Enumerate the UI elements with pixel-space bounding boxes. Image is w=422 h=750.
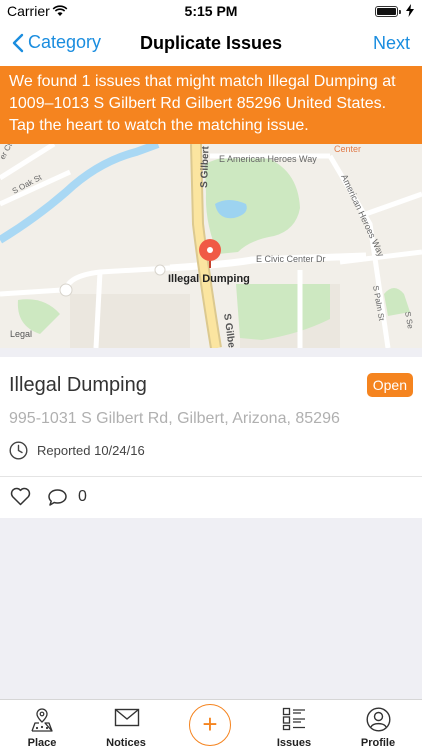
- divider: [0, 476, 422, 477]
- section-gap: [0, 348, 422, 357]
- issue-title: Illegal Dumping: [9, 374, 147, 396]
- tab-issues[interactable]: Issues: [252, 700, 336, 750]
- place-icon: [30, 707, 54, 738]
- plus-icon: +: [202, 709, 218, 739]
- tab-bar: Place Notices + Issues Profile: [0, 699, 422, 750]
- map-label-e-civic-center-dr: E Civic Center Dr: [256, 254, 326, 264]
- map-view[interactable]: E American Heroes Way Center American He…: [0, 144, 422, 348]
- tab-place[interactable]: Place: [0, 700, 84, 750]
- issue-address: 995-1031 S Gilbert Rd, Gilbert, Arizona,…: [9, 410, 340, 427]
- map-label-s-gilbert-top: S Gilbert: [199, 145, 211, 188]
- issue-card[interactable]: Illegal Dumping Open 995-1031 S Gilbert …: [0, 357, 422, 518]
- status-badge: Open: [366, 373, 413, 397]
- navigation-bar: Category Duplicate Issues Next: [0, 22, 422, 66]
- list-icon: [282, 707, 306, 736]
- tab-label: Profile: [360, 737, 396, 749]
- comment-icon[interactable]: [47, 488, 68, 512]
- reported-date: Reported 10/24/16: [37, 443, 145, 458]
- map-canvas: E American Heroes Way Center American He…: [0, 144, 422, 348]
- tab-profile[interactable]: Profile: [336, 700, 420, 750]
- mail-icon: [114, 707, 140, 734]
- tab-label: Place: [27, 737, 57, 749]
- map-label-e-american-heroes-way: E American Heroes Way: [219, 154, 317, 164]
- tab-label: Issues: [276, 737, 312, 749]
- banner-text: We found 1 issues that might match Illeg…: [9, 73, 396, 134]
- tab-notices[interactable]: Notices: [84, 700, 168, 750]
- back-button-label: Category: [28, 32, 102, 52]
- comment-count: 0: [78, 488, 87, 505]
- map-pin-label: Illegal Dumping: [168, 273, 250, 285]
- status-bar: Carrier 5:15 PM: [0, 0, 422, 22]
- add-issue-button[interactable]: +: [189, 704, 231, 746]
- status-time: 5:15 PM: [184, 3, 238, 19]
- duplicate-warning-banner: We found 1 issues that might match Illeg…: [0, 66, 422, 144]
- profile-icon: [366, 707, 391, 737]
- tab-label: Notices: [106, 737, 146, 749]
- next-button[interactable]: Next: [373, 33, 410, 54]
- back-button[interactable]: Category: [12, 32, 101, 53]
- map-legal-link[interactable]: Legal: [10, 329, 32, 339]
- heart-icon[interactable]: [10, 487, 31, 511]
- clock-icon: [9, 441, 28, 465]
- charging-bolt-icon: [406, 4, 414, 20]
- battery-icon: [375, 6, 401, 17]
- chevron-left-icon: [12, 33, 24, 52]
- map-label-center: Center: [334, 144, 361, 154]
